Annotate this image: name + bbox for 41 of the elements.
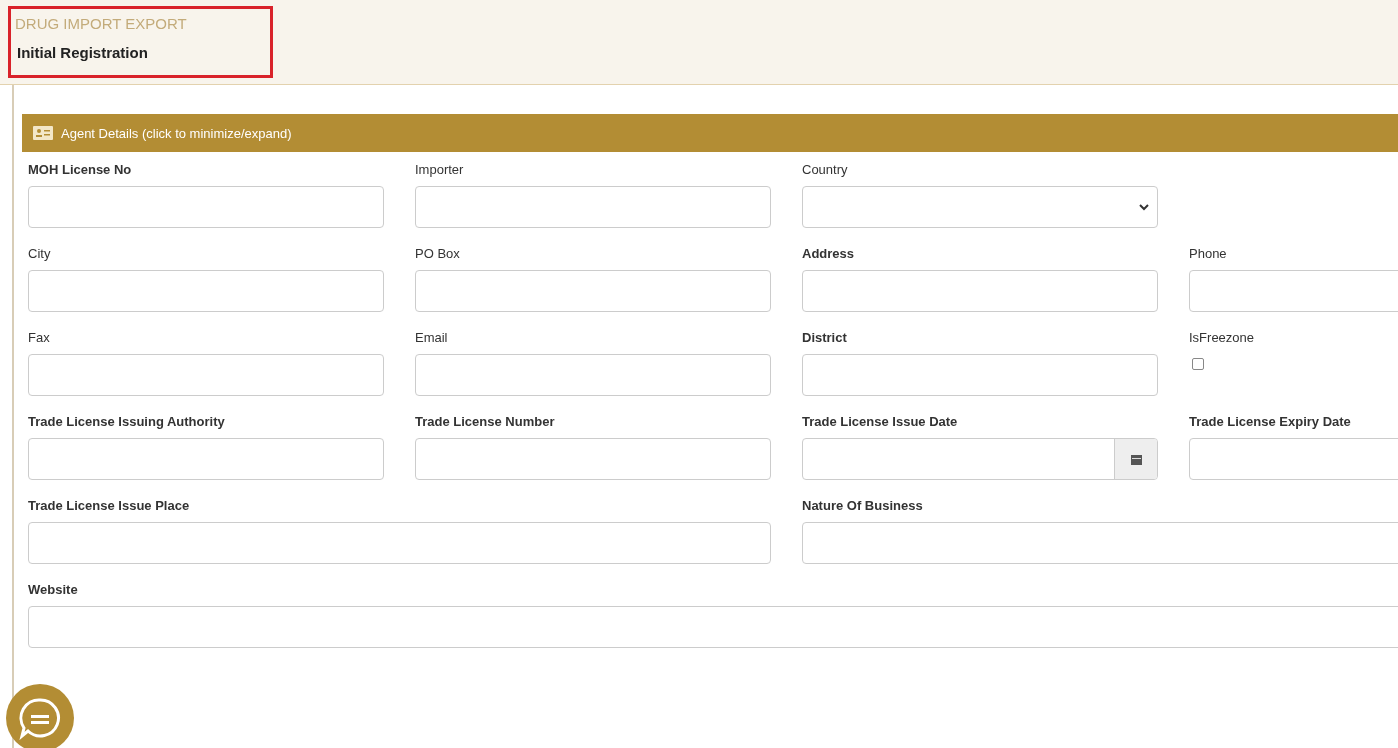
field-label: Nature Of Business	[802, 498, 924, 515]
field-label: Trade License Issue Place	[28, 498, 191, 515]
input-field[interactable]	[28, 438, 384, 480]
input-field[interactable]	[802, 522, 1398, 564]
input-field[interactable]	[802, 354, 1158, 396]
field-label: PO Box	[415, 246, 461, 263]
field-label: District	[802, 330, 848, 347]
input-field[interactable]	[802, 270, 1158, 312]
page-title: Initial Registration	[17, 44, 149, 61]
chevron-down-icon	[1139, 203, 1149, 211]
field-label: Trade License Expiry Date	[1189, 414, 1352, 431]
field-label: Email	[415, 330, 449, 347]
input-field[interactable]	[28, 186, 384, 228]
input-field[interactable]	[28, 522, 771, 564]
date-field[interactable]	[802, 438, 1158, 480]
field-label: Importer	[415, 162, 465, 179]
field-label: Country	[802, 162, 849, 179]
field-label: Phone	[1189, 246, 1228, 263]
input-field[interactable]	[28, 354, 384, 396]
field-label: Fax	[28, 330, 51, 347]
input-field[interactable]	[28, 606, 1398, 648]
field-label: Address	[802, 246, 856, 263]
input-field[interactable]	[415, 270, 771, 312]
section-header[interactable]: Agent Details (click to minimize/expand)	[22, 114, 1398, 152]
field-label: Website	[28, 582, 79, 599]
input-field[interactable]	[28, 270, 384, 312]
input-field[interactable]	[415, 438, 771, 480]
checkbox[interactable]	[1192, 358, 1204, 370]
field-label: City	[28, 246, 52, 263]
input-field[interactable]	[415, 186, 771, 228]
field-label: IsFreezone	[1189, 330, 1256, 347]
module-title: DRUG IMPORT EXPORT	[15, 15, 188, 32]
calendar-icon[interactable]	[1130, 453, 1142, 465]
input-field[interactable]	[415, 354, 771, 396]
field-label: Trade License Number	[415, 414, 556, 431]
id-card-icon	[33, 126, 53, 140]
country-select[interactable]	[802, 186, 1158, 228]
field-label: MOH License No	[28, 162, 133, 179]
chat-bubble-icon	[18, 696, 62, 740]
field-label: Trade License Issue Date	[802, 414, 959, 431]
field-label: Trade License Issuing Authority	[28, 414, 226, 431]
